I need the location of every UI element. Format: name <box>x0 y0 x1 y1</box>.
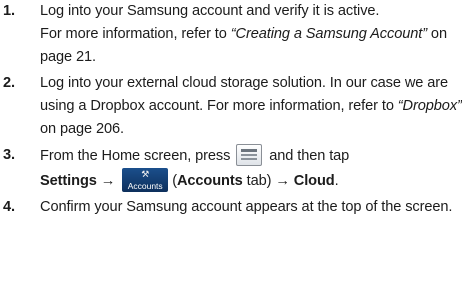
wrench-icon: ⚒ <box>141 169 150 179</box>
arrow: → <box>96 173 120 189</box>
step-number: 2. <box>3 75 15 91</box>
step-text: on page 206. <box>40 121 125 137</box>
step-text: For more information, refer to <box>40 26 231 42</box>
cloud-label: Cloud <box>293 173 335 189</box>
step-text: tab) <box>242 173 276 189</box>
menu-key-icon <box>236 144 263 166</box>
step-number: 3. <box>3 147 15 163</box>
step-1: 1. Log into your Samsung account and ver… <box>0 0 462 69</box>
accounts-tab-icon: ⚒ Accounts <box>122 168 169 192</box>
step-text: From the Home screen, press <box>40 148 235 164</box>
step-text: Log into your Samsung account and verify… <box>40 3 380 19</box>
step-4: 4. Confirm your Samsung account appears … <box>0 196 462 219</box>
instruction-list: 1. Log into your Samsung account and ver… <box>0 0 462 219</box>
step-text: Log into your external cloud storage sol… <box>40 75 449 114</box>
step-2: 2. Log into your external cloud storage … <box>0 72 462 141</box>
accounts-icon-label: Accounts <box>127 181 163 191</box>
arrow: → <box>275 173 294 189</box>
cross-reference-link[interactable]: “Dropbox” <box>398 98 462 114</box>
cross-reference-link[interactable]: “Creating a Samsung Account” <box>231 26 427 42</box>
step-3: 3. From the Home screen, press and then … <box>0 144 462 193</box>
step-text: Confirm your Samsung account appears at … <box>40 199 453 215</box>
settings-label: Settings <box>40 173 97 189</box>
accounts-tab-label: Accounts <box>176 173 243 189</box>
step-number: 4. <box>3 199 15 215</box>
period: . <box>334 173 339 189</box>
step-number: 1. <box>3 3 15 19</box>
step-text: and then tap <box>265 148 350 164</box>
